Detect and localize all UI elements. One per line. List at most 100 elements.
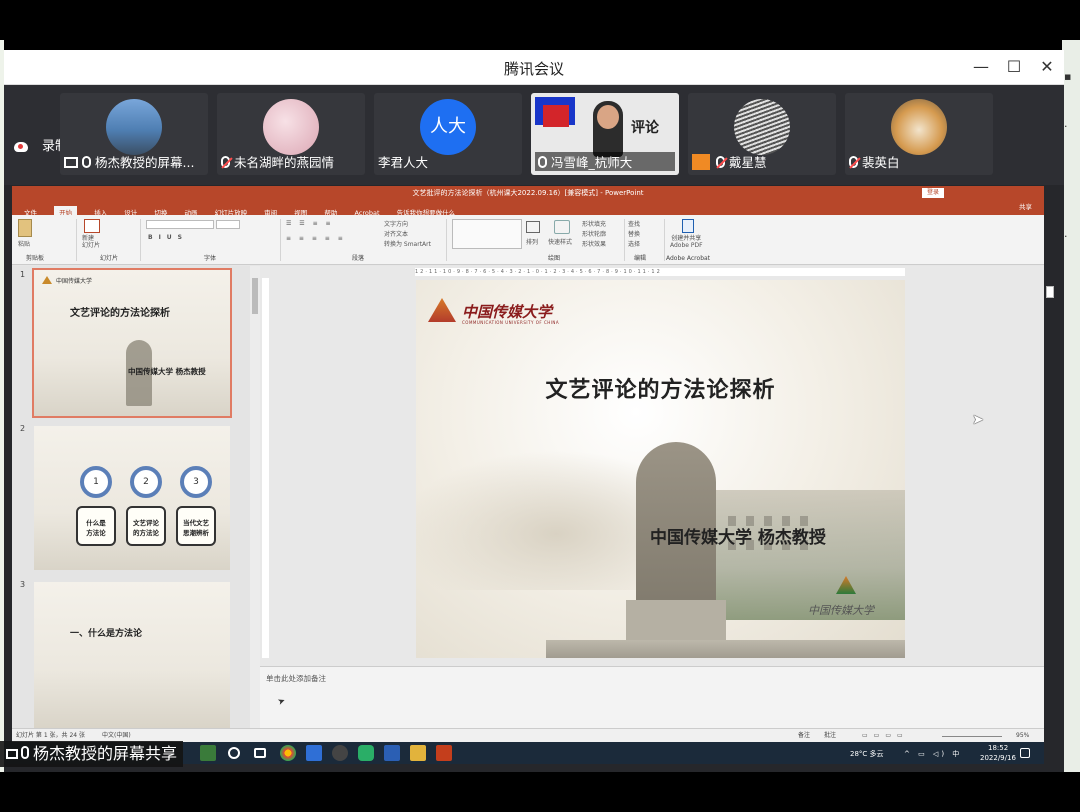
- screen: ▪ · · 腾讯会议 — ☐ ✕ 录制中 杨杰教授的屏幕... 未名湖畔的燕园情…: [0, 0, 1080, 812]
- slide-thumbnail-1[interactable]: 中国传媒大学 文艺评论的方法论探析 中国传媒大学 杨杰教授: [32, 268, 232, 418]
- mouse-cursor-icon: ➤: [972, 412, 984, 428]
- font-name-select[interactable]: [146, 220, 214, 229]
- participant-name: 杨杰教授的屏幕...: [95, 155, 195, 170]
- font-size-select[interactable]: [216, 220, 240, 229]
- paste-button[interactable]: 粘贴: [18, 239, 30, 248]
- app-icon[interactable]: [306, 745, 322, 761]
- statue-pedestal: [626, 600, 726, 640]
- mic-icon: [21, 746, 29, 759]
- user-icon: [692, 154, 710, 170]
- quick-styles-icon[interactable]: [554, 220, 570, 234]
- screen-share-icon: [64, 157, 78, 168]
- tray-icons[interactable]: ^ ▭ ◁) 中: [904, 749, 962, 759]
- mic-muted-icon: [716, 156, 725, 168]
- notes-pane[interactable]: 单击此处添加备注 ➤: [260, 666, 1044, 728]
- ribbon-group-clipboard: 剪贴板: [26, 255, 45, 262]
- video-face: [597, 105, 619, 129]
- participant-tile[interactable]: 戴星慧: [688, 93, 836, 175]
- minimize-button[interactable]: —: [968, 56, 994, 78]
- list-buttons[interactable]: ☰ ☰ ≡ ≡: [286, 220, 334, 227]
- participant-tile[interactable]: 未名湖畔的燕园情: [217, 93, 365, 175]
- app-icon[interactable]: [332, 745, 348, 761]
- avatar: 人大: [420, 99, 476, 155]
- desktop-edge-right: ▪ · ·: [1062, 40, 1080, 772]
- slide-thumbnail-3[interactable]: 一、什么是方法论: [34, 582, 230, 728]
- align-text-button[interactable]: 对齐文本: [384, 229, 408, 238]
- participant-tile[interactable]: 杨杰教授的屏幕...: [60, 93, 208, 175]
- mic-muted-icon: [221, 156, 230, 168]
- close-button[interactable]: ✕: [1034, 56, 1060, 78]
- powerpoint-icon[interactable]: [436, 745, 452, 761]
- paste-icon[interactable]: [18, 219, 32, 237]
- maximize-button[interactable]: ☐: [1001, 56, 1027, 78]
- horizontal-ruler: 12·11·10·9·8·7·6·5·4·3·2·1·0·1·2·3·4·5·6…: [415, 268, 905, 276]
- thumbnail-scrollbar[interactable]: [250, 266, 260, 728]
- topic-box: 什么是 方法论: [76, 506, 116, 546]
- arrange-icon[interactable]: [526, 221, 540, 233]
- ppt-ribbon-tabs: 文件 开始 插入 设计 切换 动画 幻灯片放映 审阅 视图 帮助 Acrobat…: [12, 200, 1044, 221]
- number-circle: 3: [180, 466, 212, 498]
- top-letterbox: [0, 0, 1080, 40]
- participant-tile-video[interactable]: 评论 冯雪峰_杭师大: [531, 93, 679, 175]
- slide-footer-logo: 中国传媒大学: [808, 604, 874, 617]
- align-buttons[interactable]: ≡ ≡ ≡ ≡ ≡: [286, 235, 346, 242]
- ppt-sign-in-button[interactable]: 登录: [921, 188, 944, 198]
- create-pdf-button[interactable]: 创建并共享 Adobe PDF: [670, 235, 703, 249]
- current-slide[interactable]: 中国传媒大学 COMMUNICATION UNIVERSITY OF CHINA…: [416, 280, 905, 658]
- folder-icon[interactable]: [410, 745, 426, 761]
- app-icon[interactable]: [200, 745, 216, 761]
- chrome-icon[interactable]: [280, 745, 296, 761]
- mic-icon: [538, 156, 547, 168]
- notification-icon[interactable]: [1020, 748, 1030, 758]
- task-view-icon[interactable]: [254, 748, 266, 758]
- zoom-level[interactable]: 95%: [1016, 729, 1029, 743]
- topic-box: 文艺评论 的方法论: [126, 506, 166, 546]
- quick-styles-button[interactable]: 快速样式: [548, 237, 572, 246]
- notes-placeholder: 单击此处添加备注: [266, 674, 326, 683]
- participant-tile[interactable]: 人大 李君人大: [374, 93, 522, 175]
- shape-fill-button[interactable]: 形状填充: [582, 219, 606, 228]
- new-slide-button[interactable]: 新建 幻灯片: [82, 235, 100, 249]
- notes-toggle[interactable]: 备注: [798, 729, 810, 743]
- shapes-gallery[interactable]: [452, 219, 522, 249]
- select-button[interactable]: 选择: [628, 239, 640, 248]
- view-buttons[interactable]: ▭▭▭▭: [862, 729, 909, 743]
- slide-floor: [546, 640, 905, 658]
- font-format-buttons[interactable]: BIUS: [148, 234, 188, 241]
- shape-outline-button[interactable]: 形状轮廓: [582, 229, 606, 238]
- background-building: [706, 490, 905, 620]
- thumbnail-number: 3: [20, 580, 26, 589]
- ribbon-group-drawing: 绘图: [548, 255, 561, 262]
- window-titlebar: 腾讯会议 — ☐ ✕: [4, 50, 1064, 85]
- clock-time: 18:52: [988, 744, 1009, 752]
- participant-tile[interactable]: 裴英白: [845, 93, 993, 175]
- replace-button[interactable]: 替换: [628, 229, 640, 238]
- participant-name: 冯雪峰_杭师大: [551, 155, 633, 170]
- arrange-button[interactable]: 排列: [526, 237, 538, 246]
- text-cursor-icon: ➤: [276, 696, 288, 708]
- search-icon[interactable]: [228, 747, 240, 759]
- ribbon-group-paragraph: 段落: [352, 255, 365, 262]
- word-icon[interactable]: [384, 745, 400, 761]
- thumbnail-number: 1: [20, 270, 26, 279]
- participant-name: 戴星慧: [729, 155, 767, 170]
- screen-share-label: 杨杰教授的屏幕共享: [0, 741, 184, 767]
- slide-thumbnail-2[interactable]: 1 2 3 什么是 方法论 文艺评论 的方法论 当代文艺 思潮辨析: [34, 426, 230, 570]
- shape-effects-button[interactable]: 形状效果: [582, 239, 606, 248]
- zoom-slider[interactable]: [942, 736, 1002, 737]
- shared-screen-powerpoint: 文艺批评的方法论探析（杭州课大2022.09.16）[兼容模式] - Power…: [12, 186, 1054, 743]
- new-slide-icon[interactable]: [84, 219, 100, 233]
- wechat-icon[interactable]: [358, 745, 374, 761]
- bottom-letterbox: [0, 772, 1080, 812]
- find-button[interactable]: 查找: [628, 219, 640, 228]
- video-background: [543, 105, 569, 127]
- adobe-pdf-icon[interactable]: [682, 219, 694, 233]
- mic-icon: [82, 156, 91, 168]
- ppt-share-button[interactable]: 共享: [1019, 200, 1032, 215]
- comments-toggle[interactable]: 批注: [824, 729, 836, 743]
- smartart-button[interactable]: 转换为 SmartArt: [384, 239, 431, 248]
- thumbnail-number: 2: [20, 424, 26, 433]
- slide-scroll-knob[interactable]: [1046, 286, 1054, 298]
- text-direction-button[interactable]: 文字方向: [384, 219, 408, 228]
- avatar: [263, 99, 319, 155]
